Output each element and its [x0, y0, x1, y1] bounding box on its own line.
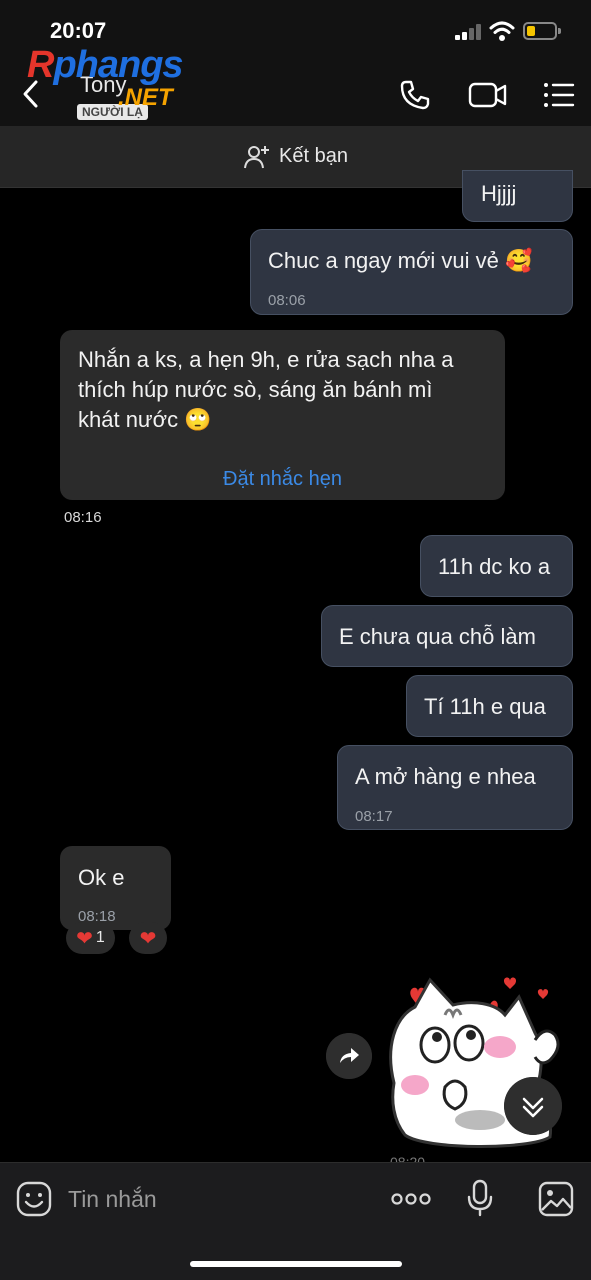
message-bubble-outgoing[interactable]: 11h dc ko a — [420, 535, 573, 597]
message-bubble-outgoing[interactable]: Chuc a ngay mới vui vẻ 🥰 08:06 — [250, 229, 573, 315]
message-text: Hjjjj — [481, 181, 517, 206]
video-call-button[interactable] — [468, 78, 508, 112]
message-text: Chuc a ngay mới vui vẻ 🥰 — [268, 248, 533, 273]
heart-icon: ❤ — [76, 927, 93, 950]
message-text: 11h dc ko a — [438, 554, 551, 579]
signal-icon — [455, 24, 483, 40]
react-button[interactable]: ❤ — [129, 922, 167, 954]
message-time: 08:16 — [64, 509, 102, 526]
message-input[interactable] — [68, 1181, 368, 1217]
message-bubble-incoming[interactable]: Nhắn a ks, a hẹn 9h, e rửa sạch nha a th… — [60, 330, 505, 500]
more-options-button[interactable] — [390, 1181, 432, 1217]
status-time: 20:07 — [50, 18, 107, 43]
message-bubble-incoming[interactable]: Ok e 08:18 — [60, 846, 171, 930]
message-text: Nhắn a ks, a hẹn 9h, e rửa sạch nha a th… — [78, 347, 454, 432]
reaction-count: 1 — [95, 929, 105, 946]
message-text: Ok e — [78, 865, 125, 890]
add-friend-label: Kết bạn — [279, 145, 348, 167]
message-bubble-outgoing[interactable]: Tí 11h e qua — [406, 675, 573, 737]
set-reminder-link[interactable]: Đặt nhắc hẹn — [60, 464, 505, 494]
forward-button[interactable] — [326, 1033, 372, 1079]
message-text: Tí 11h e qua — [424, 694, 546, 719]
home-indicator — [190, 1261, 402, 1267]
microphone-button[interactable] — [466, 1179, 494, 1217]
image-picker-button[interactable] — [538, 1181, 574, 1217]
phone-call-button[interactable] — [398, 78, 432, 112]
wifi-icon — [489, 21, 515, 41]
message-time: 08:17 — [355, 808, 393, 825]
message-bubble-outgoing[interactable]: A mở hàng e nhea 08:17 — [337, 745, 573, 830]
emoji-button[interactable] — [16, 1181, 52, 1217]
message-time: 08:20 — [390, 1154, 426, 1162]
heart-icon: ❤ — [139, 927, 157, 950]
add-user-icon — [244, 145, 270, 168]
reaction-summary[interactable]: ❤ 1 — [66, 922, 115, 954]
message-text: E chưa qua chỗ làm — [339, 624, 536, 649]
message-bubble-outgoing[interactable]: Hjjjj — [462, 170, 573, 222]
message-bubble-outgoing[interactable]: E chưa qua chỗ làm — [321, 605, 573, 667]
chat-header: Tony NGƯỜI LẠ Rphangs .NET — [0, 44, 591, 126]
message-text: A mở hàng e nhea — [355, 764, 536, 789]
watermark-logo-suffix: .NET — [118, 84, 173, 111]
battery-icon — [523, 22, 561, 40]
scroll-to-bottom-button[interactable] — [504, 1077, 562, 1135]
watermark-logo: Rphangs — [27, 44, 184, 86]
message-time: 08:06 — [268, 292, 306, 309]
menu-list-button[interactable] — [542, 78, 576, 112]
